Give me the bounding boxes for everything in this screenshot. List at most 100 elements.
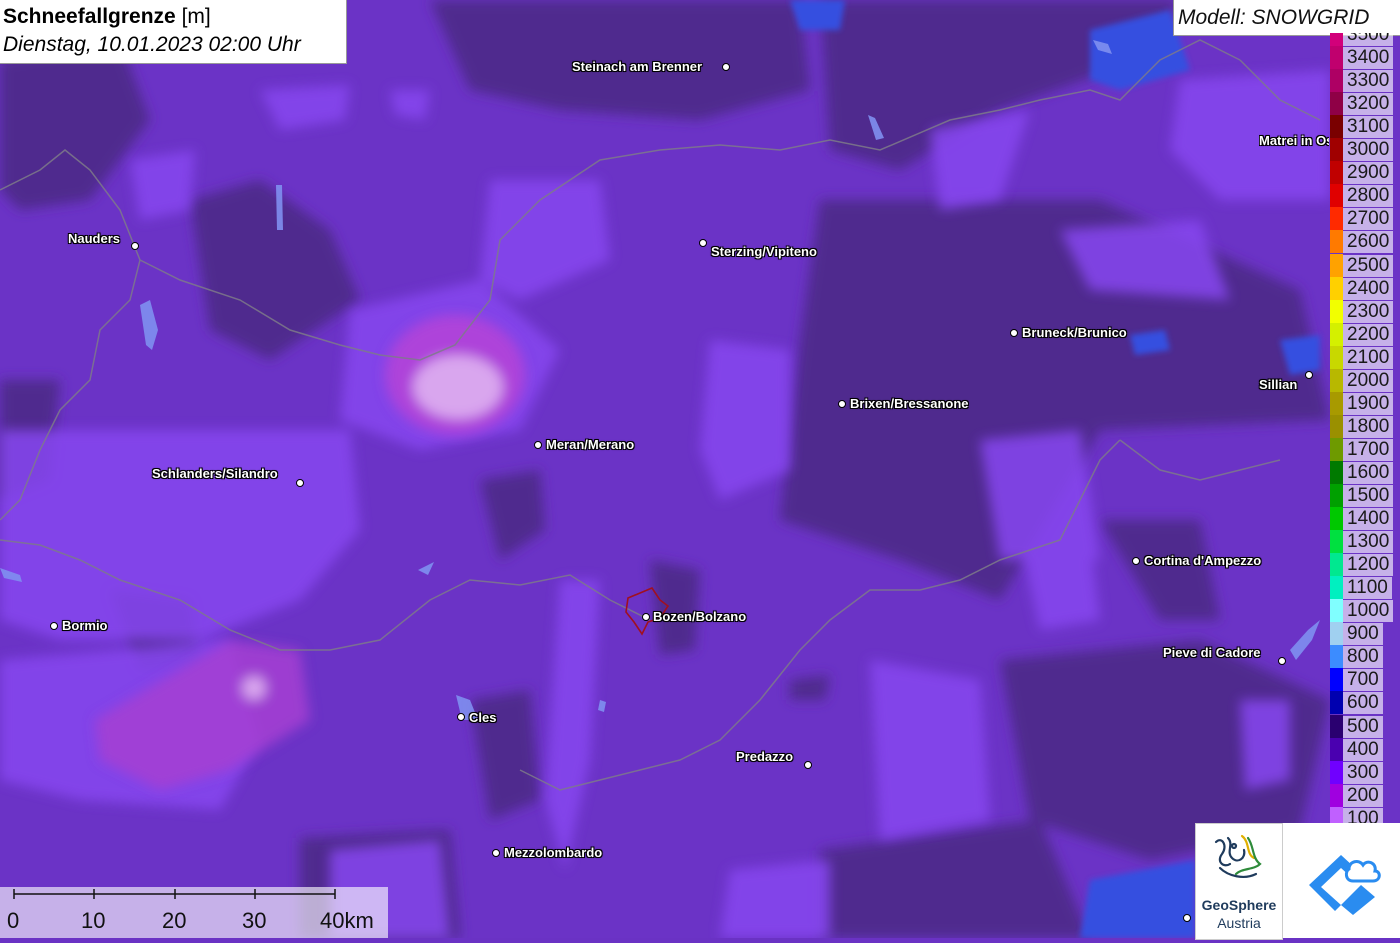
legend-value: 2900 xyxy=(1343,162,1394,185)
city-marker xyxy=(722,63,730,71)
city-label: Mezzolombardo xyxy=(504,845,603,860)
legend-value: 2400 xyxy=(1343,277,1394,300)
legend-value: 2600 xyxy=(1343,231,1394,254)
legend-value: 1500 xyxy=(1343,485,1394,507)
legend-swatch xyxy=(1330,230,1343,254)
scale-label: 40km xyxy=(320,908,374,933)
legend-swatch xyxy=(1330,115,1343,139)
legend-swatch xyxy=(1330,345,1343,369)
legend-swatch xyxy=(1330,391,1343,415)
model-label: Modell: SNOWGRID xyxy=(1178,6,1370,29)
city-label: Cles xyxy=(469,710,497,725)
city-marker xyxy=(534,441,542,449)
city-label: Schlanders/Silandro xyxy=(152,466,278,481)
legend-value: 1400 xyxy=(1343,508,1394,531)
city-marker xyxy=(131,242,139,250)
legend-value: 3000 xyxy=(1343,139,1394,162)
legend-swatch xyxy=(1330,368,1343,392)
city-marker xyxy=(1010,329,1018,337)
legend-swatch xyxy=(1330,691,1343,715)
legend-value: 400 xyxy=(1343,738,1383,761)
legend-swatch xyxy=(1330,299,1343,323)
city-marker xyxy=(492,849,500,857)
city-marker xyxy=(50,622,58,630)
legend-value: 1300 xyxy=(1343,531,1394,554)
city-marker xyxy=(1305,371,1313,379)
legend-swatch xyxy=(1330,437,1343,461)
legend-value: 1600 xyxy=(1343,461,1394,484)
legend-value: 900 xyxy=(1343,623,1383,646)
legend-value: 2700 xyxy=(1343,208,1394,231)
city-marker xyxy=(838,400,846,408)
legend-value: 3400 xyxy=(1343,47,1394,70)
legend-value: 1100 xyxy=(1343,577,1392,600)
city-marker xyxy=(1183,914,1191,922)
city-label: Sterzing/Vipiteno xyxy=(711,244,817,259)
legend-swatch xyxy=(1330,737,1343,761)
legend-swatch xyxy=(1330,276,1343,300)
geosphere-logo[interactable]: GeoSphere Austria xyxy=(1195,823,1283,940)
legend-value: 3300 xyxy=(1343,70,1394,93)
legend-swatch xyxy=(1330,714,1343,738)
legend-swatch xyxy=(1330,645,1343,669)
city-label: Matrei in Osttirol xyxy=(1259,133,1329,148)
map-title: Schneefallgrenze [m] xyxy=(3,5,211,29)
legend-swatch xyxy=(1330,138,1343,162)
legend-swatch xyxy=(1330,576,1343,600)
legend-value: 300 xyxy=(1343,761,1383,784)
city-marker xyxy=(642,613,650,621)
legend-swatch xyxy=(1330,760,1343,784)
legend-value: 3500 xyxy=(1343,33,1394,46)
legend-value: 1200 xyxy=(1343,554,1394,577)
city-label: Steinach am Brenner xyxy=(572,59,703,74)
city-marker xyxy=(457,713,465,721)
legend-value: 1000 xyxy=(1343,600,1394,623)
legend-value: 200 xyxy=(1343,784,1383,807)
city-label: Brixen/Bressanone xyxy=(850,396,969,411)
legend-swatch xyxy=(1330,184,1343,208)
legend-value: 500 xyxy=(1343,715,1383,738)
geosphere-subname: Austria xyxy=(1217,915,1261,931)
snowgrid-logo[interactable] xyxy=(1283,823,1400,938)
city-marker xyxy=(804,761,812,769)
scale-label: 30 xyxy=(242,908,267,933)
scale-label: 10 xyxy=(81,908,106,933)
legend-swatch xyxy=(1330,599,1343,623)
legend-swatch xyxy=(1330,46,1343,70)
legend-value: 600 xyxy=(1343,692,1383,715)
city-marker xyxy=(296,479,304,487)
legend-swatch xyxy=(1330,161,1343,185)
scale-label: 0 xyxy=(7,908,20,933)
legend-swatch xyxy=(1330,253,1343,277)
legend-value: 1900 xyxy=(1343,392,1394,415)
legend-swatch xyxy=(1330,668,1343,692)
geosphere-emblem-icon xyxy=(1214,834,1262,878)
map-datetime: Dienstag, 10.01.2023 02:00 Uhr xyxy=(3,33,301,56)
color-legend: 3500 3400 3300 3200 3100 3000 2900 2800 2700 2600… xyxy=(1329,33,1400,825)
legend-swatch xyxy=(1330,484,1343,507)
legend-value: 2500 xyxy=(1343,254,1394,277)
city-marker xyxy=(1132,557,1140,565)
city-label: Bruneck/Brunico xyxy=(1022,325,1127,340)
scale-label: 20 xyxy=(162,908,187,933)
city-label: Meran/Merano xyxy=(546,437,635,452)
city-label: Sillian xyxy=(1259,377,1298,392)
legend-swatch xyxy=(1330,207,1343,231)
title-panel: Schneefallgrenze [m] Dienstag, 10.01.202… xyxy=(0,0,347,64)
legend-value: 2800 xyxy=(1343,185,1394,208)
legend-swatch xyxy=(1330,92,1343,116)
legend-swatch xyxy=(1330,460,1343,484)
legend-swatch xyxy=(1330,69,1343,93)
home-snow-icon xyxy=(1309,855,1381,915)
city-label: Bormio xyxy=(62,618,108,633)
legend-swatch xyxy=(1330,622,1343,646)
city-label: Cortina d'Ampezzo xyxy=(1144,553,1262,568)
city-label: Predazzo xyxy=(736,749,794,764)
legend-swatch xyxy=(1330,414,1343,438)
city-label: Bozen/Bolzano xyxy=(653,609,747,624)
legend-swatch xyxy=(1330,530,1343,554)
legend-value: 1800 xyxy=(1343,415,1394,438)
legend-value: 2100 xyxy=(1343,346,1394,369)
legend-value: 1700 xyxy=(1343,438,1394,461)
legend-swatch xyxy=(1330,507,1343,531)
